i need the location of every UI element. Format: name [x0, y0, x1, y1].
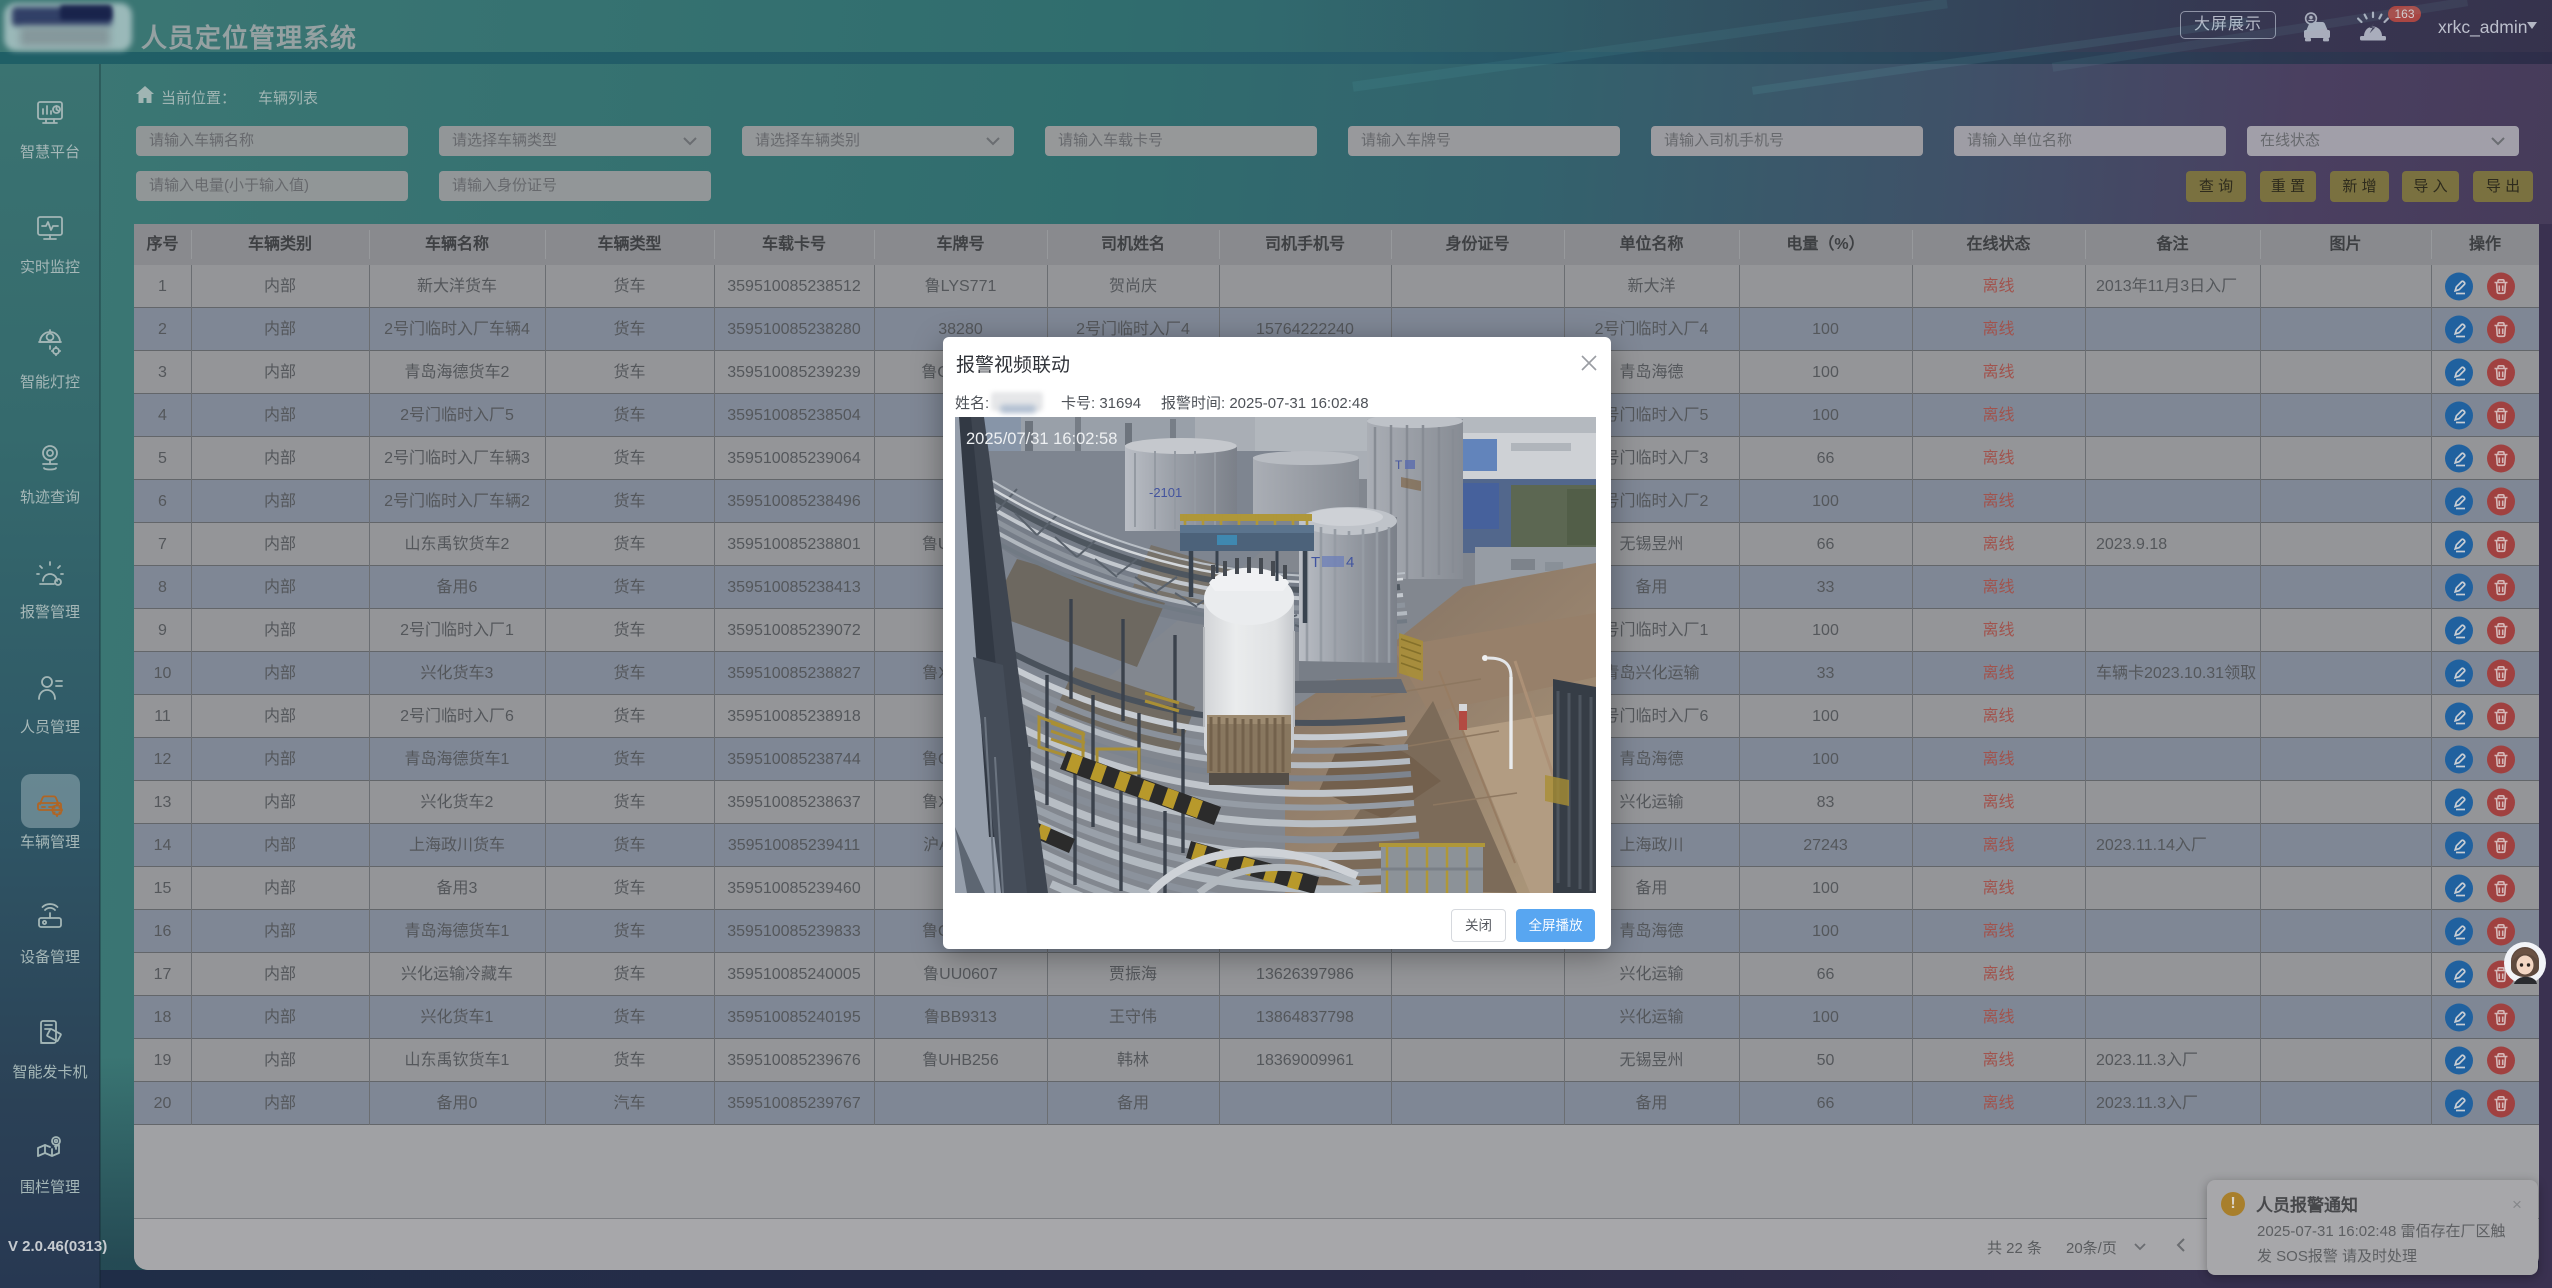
svg-text:T: T [1395, 458, 1403, 472]
svg-text:T: T [1311, 554, 1320, 571]
svg-text:-2101: -2101 [1149, 485, 1182, 500]
svg-text:2025/07/31 16:02:58: 2025/07/31 16:02:58 [966, 430, 1117, 448]
svg-text:4: 4 [1346, 554, 1354, 571]
